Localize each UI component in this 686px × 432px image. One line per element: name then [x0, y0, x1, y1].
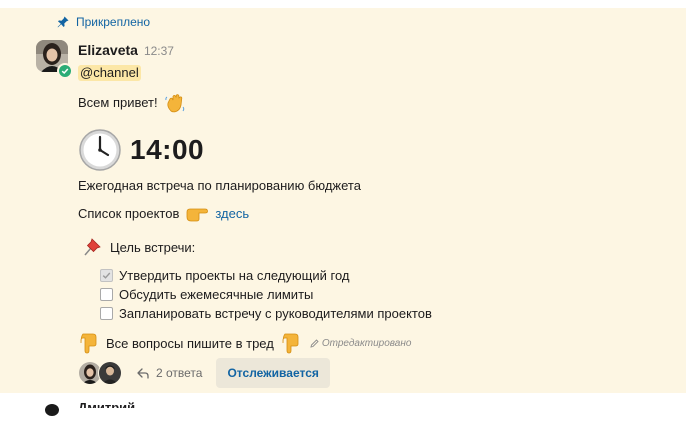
clock-emoji-icon: [79, 129, 121, 171]
pointing-right-emoji-icon: [186, 208, 209, 222]
pin-icon: [57, 16, 69, 28]
next-author-name[interactable]: Дмитрий: [78, 400, 135, 408]
presence-indicator: [57, 63, 73, 79]
big-time-text: 14:00: [130, 134, 205, 165]
checkmark-icon: [102, 272, 111, 279]
checklist-label: Обсудить ежемесячные лимиты: [119, 287, 314, 302]
follow-button[interactable]: Отслеживается: [216, 358, 330, 388]
checkmark-icon: [61, 68, 69, 75]
channel-mention[interactable]: @channel: [78, 65, 141, 81]
author-name[interactable]: Elizaveta: [78, 42, 138, 58]
checklist-label: Запланировать встречу с руководителями п…: [119, 306, 432, 321]
message-header: Elizaveta 12:37: [78, 42, 174, 60]
checklist-item[interactable]: Обсудить ежемесячные лимиты: [100, 285, 432, 304]
greeting-line: Всем привет!: [78, 92, 186, 114]
pinned-message: Прикреплено Elizaveta 12:37 @channel Все…: [0, 8, 686, 393]
meeting-time: 14:00: [78, 128, 204, 172]
projects-line: Список проектов здесь: [78, 205, 249, 223]
checklist-item[interactable]: Запланировать встречу с руководителями п…: [100, 304, 432, 323]
goal-label: Цель встречи:: [110, 239, 196, 255]
questions-line: Все вопросы пишите в тред Отредактирован…: [80, 332, 411, 354]
wave-emoji-icon: [164, 94, 184, 113]
checklist: Утвердить проекты на следующий год Обсуд…: [100, 266, 432, 323]
thread-bar: 2 ответа Отслеживается: [78, 358, 330, 388]
checkbox[interactable]: [100, 288, 113, 301]
edited-label: Отредактировано: [310, 337, 412, 349]
message-timestamp[interactable]: 12:37: [144, 44, 174, 58]
checklist-label: Утвердить проекты на следующий год: [119, 268, 350, 283]
avatar[interactable]: [98, 361, 122, 385]
projects-link[interactable]: здесь: [215, 205, 249, 223]
pointing-down-emoji-icon: [80, 333, 97, 354]
reply-icon: [137, 368, 149, 379]
reply-count[interactable]: 2 ответа: [156, 366, 202, 380]
checkbox[interactable]: [100, 307, 113, 320]
meeting-title: Ежегодная встреча по планированию бюджет…: [78, 178, 361, 193]
pinned-label: Прикреплено: [76, 15, 151, 29]
checkbox[interactable]: [100, 269, 113, 282]
goal-line: Цель встречи:: [82, 237, 195, 257]
pushpin-emoji-icon: [84, 238, 101, 256]
pointing-down-emoji-icon: [282, 333, 299, 354]
pencil-icon: [310, 338, 319, 348]
avatar[interactable]: [36, 400, 68, 432]
greeting-text: Всем привет!: [78, 95, 158, 110]
pinned-indicator: Прикреплено: [56, 14, 150, 30]
edited-text: Отредактировано: [321, 337, 412, 349]
projects-text: Список проектов: [78, 206, 180, 221]
checklist-item[interactable]: Утвердить проекты на следующий год: [100, 266, 432, 285]
questions-text: Все вопросы пишите в тред: [106, 335, 274, 351]
